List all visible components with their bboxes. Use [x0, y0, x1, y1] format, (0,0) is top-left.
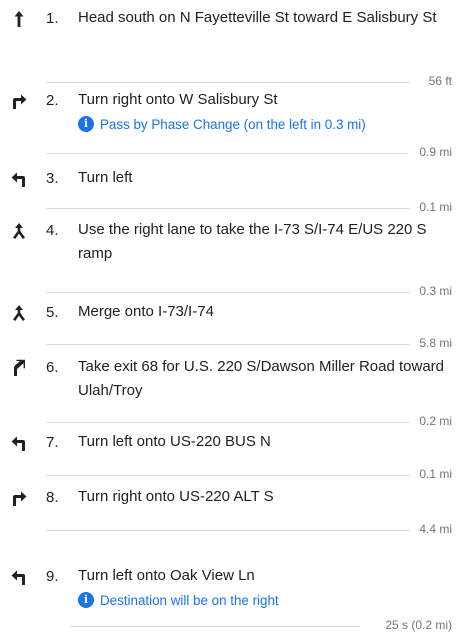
step-instruction: Take exit 68 for U.S. 220 S/Dawson Mille… — [78, 358, 444, 399]
step-note[interactable]: i Pass by Phase Change (on the left in 0… — [78, 116, 366, 132]
direction-step-5[interactable]: 5. Merge onto I-73/I-74 — [0, 300, 456, 340]
step-divider — [46, 153, 408, 154]
step-distance: 0.1 mi — [419, 467, 452, 481]
step-divider — [46, 344, 410, 345]
step-instruction: Merge onto I-73/I-74 — [78, 303, 214, 320]
turn-left-icon — [10, 170, 28, 188]
step-number: 5. — [46, 304, 59, 321]
step-number: 6. — [46, 359, 59, 376]
step-distance: 56 ft — [428, 74, 452, 88]
turn-right-icon — [10, 489, 28, 507]
step-note-text: Destination will be on the right — [100, 592, 279, 608]
step-distance: 25 s (0.2 mi) — [385, 618, 452, 632]
step-number: 8. — [46, 489, 59, 506]
info-icon: i — [78, 592, 94, 608]
step-number: 2. — [46, 92, 59, 109]
step-divider — [46, 530, 410, 531]
step-distance: 4.4 mi — [419, 522, 452, 536]
step-instruction: Turn left onto Oak View Ln — [78, 567, 255, 584]
direction-step-7[interactable]: 7. Turn left onto US-220 BUS N — [0, 430, 456, 470]
step-distance: 0.3 mi — [419, 284, 452, 298]
direction-step-1[interactable]: 1. Head south on N Fayetteville St towar… — [0, 6, 456, 46]
turn-left-icon — [10, 434, 28, 452]
step-distance: 0.1 mi — [419, 200, 452, 214]
step-divider — [70, 626, 360, 627]
direction-step-2[interactable]: 2. Turn right onto W Salisbury St i Pass… — [0, 88, 456, 132]
step-divider — [46, 422, 410, 423]
step-distance: 5.8 mi — [419, 336, 452, 350]
step-instruction: Head south on N Fayetteville St toward E… — [78, 9, 437, 26]
directions-panel: 1. Head south on N Fayetteville St towar… — [0, 0, 456, 638]
step-note-text: Pass by Phase Change (on the left in 0.3… — [100, 116, 366, 132]
step-distance: 0.2 mi — [419, 414, 452, 428]
step-instruction: Use the right lane to take the I-73 S/I-… — [78, 221, 427, 262]
step-instruction: Turn right onto US-220 ALT S — [78, 488, 274, 505]
direction-step-4[interactable]: 4. Use the right lane to take the I-73 S… — [0, 218, 456, 262]
step-number: 7. — [46, 434, 59, 451]
step-distance: 0.9 mi — [419, 145, 452, 159]
turn-left-icon — [10, 568, 28, 586]
slight-right-icon — [10, 359, 28, 377]
step-number: 3. — [46, 170, 59, 187]
step-number: 4. — [46, 222, 59, 239]
step-instruction: Turn right onto W Salisbury St — [78, 91, 278, 108]
step-divider — [46, 292, 410, 293]
direction-step-6[interactable]: 6. Take exit 68 for U.S. 220 S/Dawson Mi… — [0, 355, 456, 399]
step-instruction: Turn left onto US-220 BUS N — [78, 433, 271, 450]
step-divider — [46, 82, 410, 83]
step-number: 1. — [46, 10, 59, 27]
turn-right-icon — [10, 92, 28, 110]
merge-icon — [10, 222, 28, 240]
direction-step-8[interactable]: 8. Turn right onto US-220 ALT S — [0, 485, 456, 525]
direction-step-3[interactable]: 3. Turn left — [0, 166, 456, 206]
step-note[interactable]: i Destination will be on the right — [78, 592, 279, 608]
step-divider — [46, 475, 410, 476]
merge-icon — [10, 304, 28, 322]
direction-step-9[interactable]: 9. Turn left onto Oak View Ln i Destinat… — [0, 564, 456, 608]
step-number: 9. — [46, 568, 59, 585]
info-icon: i — [78, 116, 94, 132]
step-divider — [46, 208, 410, 209]
straight-arrow-icon — [10, 10, 28, 28]
step-instruction: Turn left — [78, 169, 133, 186]
